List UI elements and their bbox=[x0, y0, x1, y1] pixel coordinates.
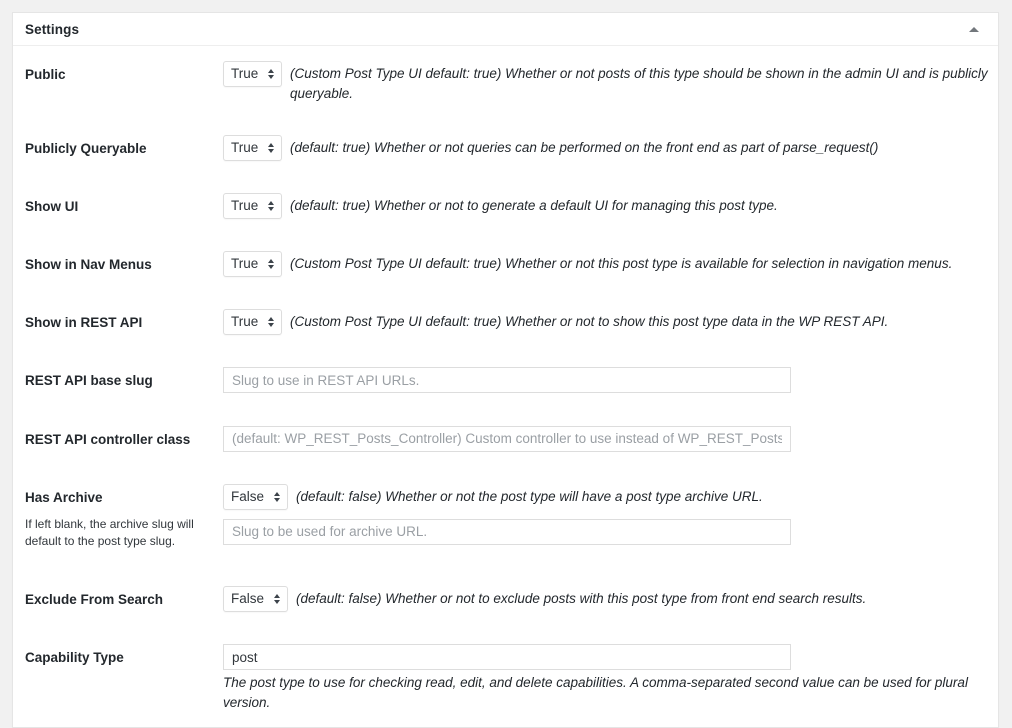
has-archive-sublabel: If left blank, the archive slug will def… bbox=[25, 517, 194, 549]
show-ui-select-wrap: True bbox=[223, 192, 282, 219]
publicly-queryable-select[interactable]: True bbox=[223, 134, 282, 161]
field-label-show-in-nav-menus: Show in Nav Menus bbox=[25, 256, 152, 272]
table-row: Show UI True (default: true) Whether or … bbox=[13, 178, 998, 236]
rest-api-controller-class-input[interactable] bbox=[223, 425, 791, 452]
field-label-rest-api-base-slug: REST API base slug bbox=[25, 373, 153, 389]
table-row: Has Archive If left blank, the archive s… bbox=[13, 469, 998, 571]
exclude-from-search-select-wrap: False bbox=[223, 585, 288, 612]
has-archive-select-wrap: False bbox=[223, 483, 288, 510]
show-ui-description: (default: true) Whether or not to genera… bbox=[290, 197, 778, 213]
show-in-nav-menus-select[interactable]: True bbox=[223, 250, 282, 277]
has-archive-description: (default: false) Whether or not the post… bbox=[296, 488, 763, 504]
panel-collapse-toggle[interactable] bbox=[960, 13, 988, 45]
table-row: Publicly Queryable True (default: true) … bbox=[13, 120, 998, 178]
field-label-public: Public bbox=[25, 67, 66, 82]
exclude-from-search-select[interactable]: False bbox=[223, 585, 288, 612]
field-label-rest-api-controller-class: REST API controller class bbox=[25, 431, 191, 447]
publicly-queryable-select-wrap: True bbox=[223, 134, 282, 161]
table-row: REST API base slug bbox=[13, 352, 998, 410]
field-label-exclude-from-search: Exclude From Search bbox=[25, 591, 164, 607]
public-select-wrap: True bbox=[223, 61, 282, 87]
has-archive-slug-input[interactable] bbox=[223, 518, 791, 545]
show-in-nav-menus-description: (Custom Post Type UI default: true) Whet… bbox=[290, 255, 953, 271]
public-select[interactable]: True bbox=[223, 61, 282, 87]
settings-panel-body: Public True (Custom Post Type UI default… bbox=[13, 46, 998, 727]
field-label-show-in-rest-api: Show in REST API bbox=[25, 315, 143, 331]
page-title: Settings bbox=[25, 21, 80, 37]
field-label-show-ui: Show UI bbox=[25, 198, 79, 214]
table-row: Public True (Custom Post Type UI default… bbox=[13, 46, 998, 120]
field-label-capability-type: Capability Type bbox=[25, 650, 124, 666]
table-row: Show in REST API True (Custom Post Type … bbox=[13, 294, 998, 352]
caret-up-icon bbox=[969, 26, 979, 32]
exclude-from-search-description: (default: false) Whether or not to exclu… bbox=[296, 590, 867, 606]
show-in-rest-api-select-wrap: True bbox=[223, 309, 282, 336]
show-in-rest-api-select[interactable]: True bbox=[223, 309, 282, 336]
rest-api-base-slug-input[interactable] bbox=[223, 367, 791, 394]
table-row: REST API controller class bbox=[13, 411, 998, 469]
settings-panel: Settings Public True (Custom Post Type U… bbox=[12, 12, 999, 728]
settings-form-table: Public True (Custom Post Type UI default… bbox=[13, 46, 998, 727]
has-archive-select[interactable]: False bbox=[223, 483, 288, 510]
table-row: Capability Type The post type to use for… bbox=[13, 629, 998, 727]
table-row: Exclude From Search False (default: fals… bbox=[13, 571, 998, 629]
show-ui-select[interactable]: True bbox=[223, 192, 282, 219]
capability-type-input[interactable] bbox=[223, 644, 791, 671]
field-label-has-archive: Has Archive If left blank, the archive s… bbox=[13, 469, 223, 571]
capability-type-description: The post type to use for checking read, … bbox=[223, 675, 968, 710]
public-description: (Custom Post Type UI default: true) Whet… bbox=[290, 66, 988, 102]
settings-panel-header: Settings bbox=[13, 13, 998, 46]
field-label-publicly-queryable: Publicly Queryable bbox=[25, 140, 147, 156]
show-in-nav-menus-select-wrap: True bbox=[223, 250, 282, 277]
publicly-queryable-description: (default: true) Whether or not queries c… bbox=[290, 139, 879, 155]
show-in-rest-api-description: (Custom Post Type UI default: true) Whet… bbox=[290, 314, 889, 330]
table-row: Show in Nav Menus True (Custom Post Type… bbox=[13, 236, 998, 294]
